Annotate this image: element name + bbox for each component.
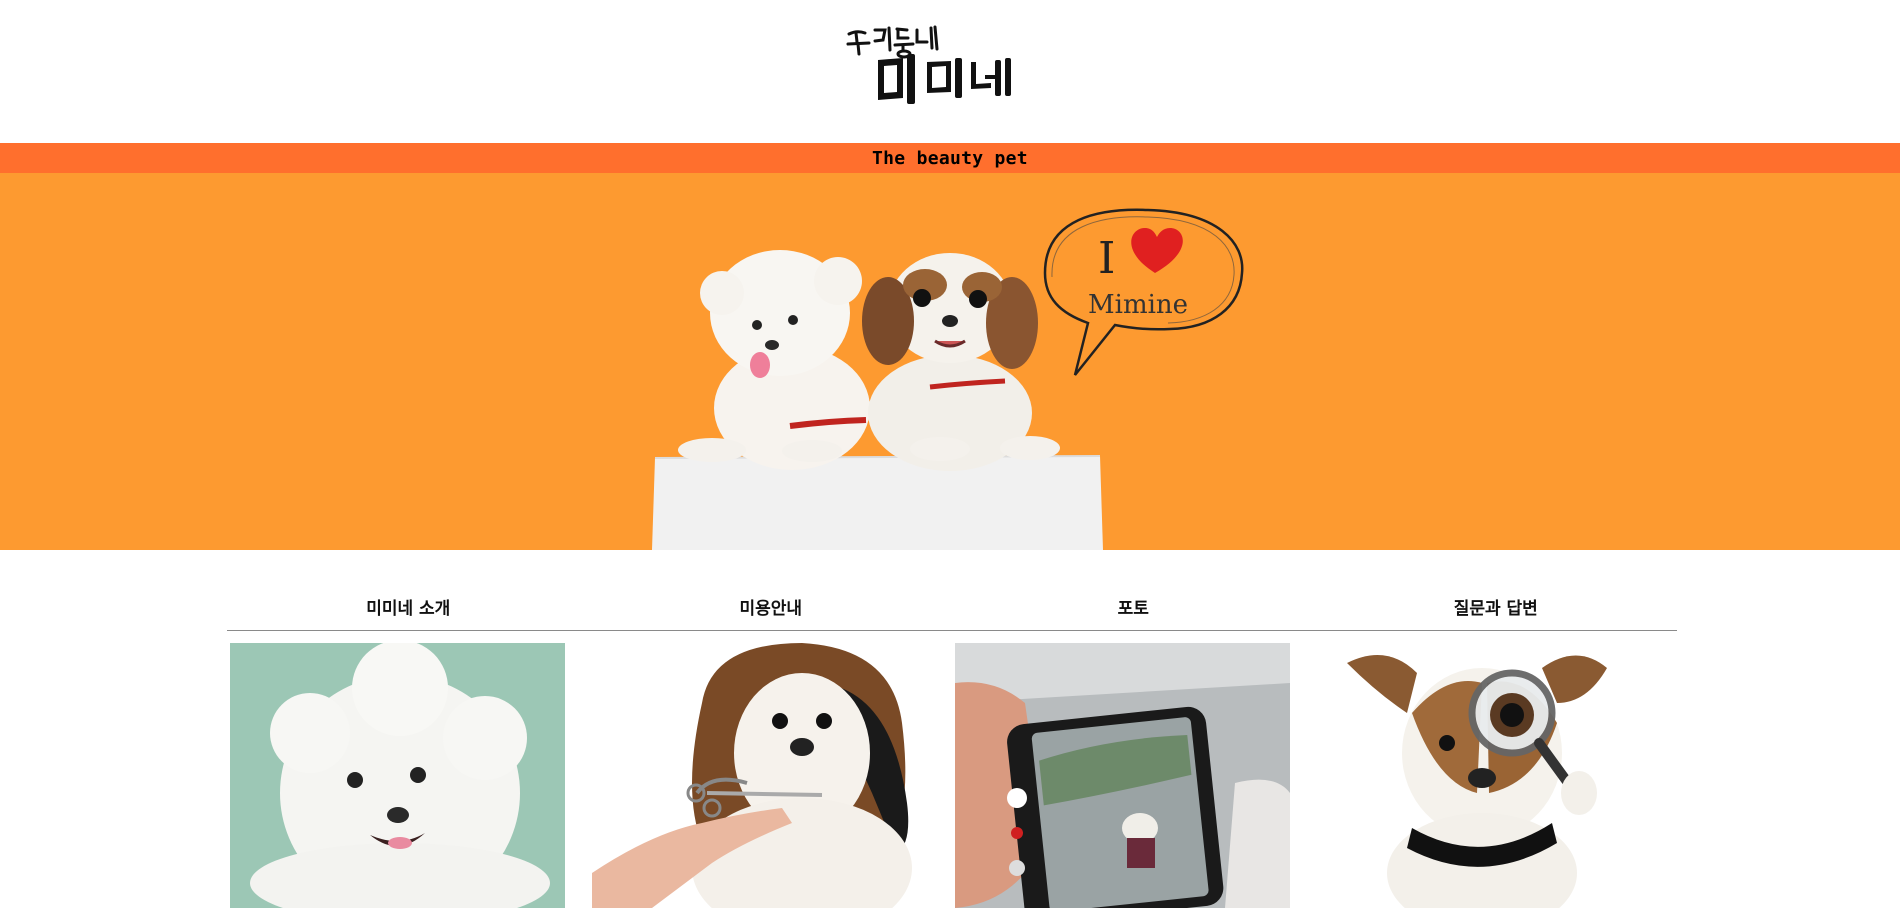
card-qna[interactable] xyxy=(1317,643,1652,908)
bichon-photo xyxy=(230,643,565,908)
nav-item-about[interactable]: 미미네 소개 xyxy=(227,584,590,630)
nav-item-qna[interactable]: 질문과 답변 xyxy=(1315,584,1678,630)
jack-russell-magnifier-photo xyxy=(1317,643,1652,908)
phone-photo-dog-photo xyxy=(955,643,1290,908)
hero-banner: I Mimine xyxy=(0,173,1900,550)
shih-tzu-grooming-photo xyxy=(592,643,927,908)
heart-icon xyxy=(1131,228,1183,273)
logo[interactable] xyxy=(845,20,1035,104)
svg-text:I: I xyxy=(1098,233,1115,284)
mimine-handwritten-logo-icon xyxy=(846,25,1011,104)
tagline: The beauty pet xyxy=(872,147,1028,169)
card-grooming[interactable] xyxy=(592,643,927,908)
nav-item-grooming-guide[interactable]: 미용안내 xyxy=(590,584,953,630)
two-dogs-on-box-image: I Mimine xyxy=(652,208,1244,550)
feature-cards xyxy=(230,643,1680,908)
page: The beauty pet I Mimine 미미네 소개 미용안내 포토 질… xyxy=(0,0,1900,908)
nav-item-photo[interactable]: 포토 xyxy=(952,584,1315,630)
speech-bubble-text: Mimine xyxy=(1088,290,1188,320)
tagline-bar: The beauty pet xyxy=(0,143,1900,173)
header xyxy=(0,0,1900,143)
card-about[interactable] xyxy=(230,643,565,908)
card-photo[interactable] xyxy=(955,643,1290,908)
main-nav: 미미네 소개 미용안내 포토 질문과 답변 xyxy=(227,584,1677,631)
